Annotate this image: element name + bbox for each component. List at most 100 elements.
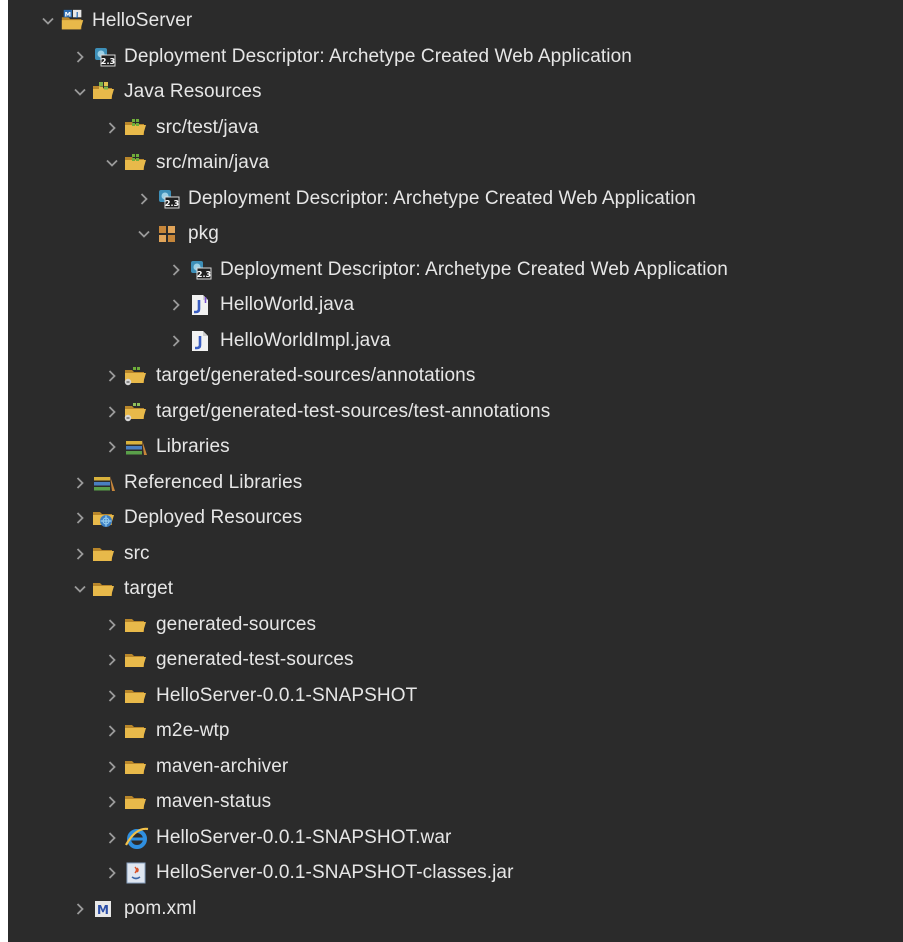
tree-row-gen-test-sources[interactable]: target/generated-test-sources/test-annot… (100, 394, 550, 430)
tree-item-label: Libraries (156, 436, 230, 457)
source-folder-icon (124, 145, 150, 181)
tree-row-pkg[interactable]: pkg (132, 216, 219, 252)
chevron-right-icon[interactable] (100, 394, 124, 430)
chevron-right-icon[interactable] (100, 429, 124, 465)
tree-row-referenced-libraries[interactable]: Referenced Libraries (68, 465, 302, 501)
tree-row-maven-archiver[interactable]: maven-archiver (100, 749, 288, 785)
tree-row-m2e-wtp[interactable]: m2e-wtp (100, 713, 230, 749)
tree-row-target[interactable]: target (68, 571, 173, 607)
chevron-right-icon[interactable] (100, 607, 124, 643)
tree-row-libraries[interactable]: Libraries (100, 429, 230, 465)
chevron-down-icon[interactable] (132, 216, 156, 252)
tree-row-src-test-java[interactable]: src/test/java (100, 110, 259, 146)
folder-icon (124, 713, 150, 749)
svg-text:J: J (75, 10, 78, 18)
tree-row-gen-sources-annotations[interactable]: target/generated-sources/annotations (100, 358, 475, 394)
deployment-descriptor-icon: 2.3 (92, 39, 118, 75)
tree-item-label: generated-sources (156, 613, 317, 635)
tree-row-dd-main[interactable]: 2.3 Deployment Descriptor: Archetype Crea… (132, 181, 696, 217)
chevron-right-icon[interactable] (68, 536, 92, 572)
tree-item-label: maven-status (156, 791, 272, 812)
tree-row-helloserver[interactable]: M J HelloServer (36, 3, 192, 39)
chevron-right-icon[interactable] (100, 110, 124, 146)
chevron-right-icon[interactable] (164, 323, 188, 359)
java-resources-icon (92, 74, 118, 110)
tree-item-label: src/test/java (156, 116, 259, 138)
tree-item-label: HelloServer-0.0.1-SNAPSHOT.war (156, 826, 452, 848)
jar-file-icon (124, 855, 150, 891)
chevron-right-icon[interactable] (100, 678, 124, 714)
chevron-right-icon[interactable] (100, 358, 124, 394)
project-tree[interactable]: M J HelloServer 2.3 Deployment Descriptor:… (8, 0, 903, 942)
tree-row-generated-sources[interactable]: generated-sources (100, 607, 316, 643)
svg-text:2.3: 2.3 (165, 199, 179, 208)
deployment-descriptor-icon: 2.3 (188, 252, 214, 288)
folder-icon (124, 678, 150, 714)
chevron-right-icon[interactable] (68, 891, 92, 927)
package-icon (156, 216, 182, 252)
generated-test-source-folder-icon (124, 394, 150, 430)
tree-item-label: m2e-wtp (156, 720, 230, 741)
chevron-right-icon[interactable] (100, 642, 124, 678)
tree-row-maven-status[interactable]: maven-status (100, 784, 271, 820)
generated-source-folder-icon (124, 358, 150, 394)
chevron-right-icon[interactable] (68, 39, 92, 75)
chevron-down-icon[interactable] (100, 145, 124, 181)
tree-row-helloworld-java[interactable]: I HelloWorld.java (164, 287, 354, 323)
tree-row-helloworldimpl-java[interactable]: HelloWorldImpl.java (164, 323, 391, 359)
tree-row-src[interactable]: src (68, 536, 150, 572)
libraries-icon (124, 429, 150, 465)
chevron-down-icon[interactable] (36, 3, 60, 39)
tree-row-generated-test-sources[interactable]: generated-test-sources (100, 642, 354, 678)
folder-icon (92, 536, 118, 572)
tree-row-classes-jar[interactable]: HelloServer-0.0.1-SNAPSHOT-classes.jar (100, 855, 514, 891)
chevron-right-icon[interactable] (100, 784, 124, 820)
tree-row-src-main-java[interactable]: src/main/java (100, 145, 269, 181)
tree-row-java-resources[interactable]: Java Resources (68, 74, 262, 110)
deployment-descriptor-icon: 2.3 (156, 181, 182, 217)
tree-item-label: src (124, 542, 150, 564)
tree-row-dd-pkg[interactable]: 2.3 Deployment Descriptor: Archetype Crea… (164, 252, 728, 288)
chevron-right-icon[interactable] (68, 465, 92, 501)
chevron-right-icon[interactable] (100, 749, 124, 785)
chevron-right-icon[interactable] (100, 855, 124, 891)
folder-icon (124, 784, 150, 820)
chevron-right-icon[interactable] (132, 181, 156, 217)
war-file-icon (124, 820, 150, 856)
chevron-right-icon[interactable] (164, 287, 188, 323)
source-folder-icon (124, 110, 150, 146)
tree-item-label: target/generated-sources/annotations (156, 365, 476, 386)
svg-text:2.3: 2.3 (197, 270, 211, 279)
tree-row-pom-xml[interactable]: Mpom.xml (68, 891, 197, 927)
chevron-right-icon[interactable] (164, 252, 188, 288)
tree-item-label: Deployment Descriptor: Archetype Created… (220, 258, 728, 280)
chevron-right-icon[interactable] (100, 820, 124, 856)
chevron-right-icon[interactable] (100, 713, 124, 749)
project-explorer: M J HelloServer 2.3 Deployment Descriptor:… (0, 0, 903, 942)
tree-item-label: HelloWorldImpl.java (220, 329, 391, 351)
tree-item-label: HelloServer (92, 10, 193, 31)
tree-item-label: Deployment Descriptor: Archetype Created… (124, 45, 632, 67)
tree-item-label: HelloWorld.java (220, 294, 355, 315)
java-interface-file-icon: I (188, 287, 214, 323)
tree-item-label: target (124, 578, 174, 599)
svg-text:2.3: 2.3 (101, 57, 115, 66)
tree-item-label: pkg (188, 223, 219, 244)
tree-row-war-file[interactable]: HelloServer-0.0.1-SNAPSHOT.war (100, 820, 451, 856)
tree-item-label: generated-test-sources (156, 649, 354, 670)
libraries-icon (92, 465, 118, 501)
deployed-resources-icon (92, 500, 118, 536)
folder-icon (124, 607, 150, 643)
chevron-right-icon[interactable] (68, 500, 92, 536)
chevron-down-icon[interactable] (68, 571, 92, 607)
tree-row-deployed-resources[interactable]: Deployed Resources (68, 500, 302, 536)
tree-row-dd-root[interactable]: 2.3 Deployment Descriptor: Archetype Crea… (68, 39, 632, 75)
tree-item-label: src/main/java (156, 152, 270, 173)
folder-icon (92, 571, 118, 607)
tree-item-label: pom.xml (124, 897, 197, 919)
tree-item-label: Deployed Resources (124, 507, 303, 528)
chevron-down-icon[interactable] (68, 74, 92, 110)
folder-icon (124, 749, 150, 785)
tree-row-helloserver-snapshot[interactable]: HelloServer-0.0.1-SNAPSHOT (100, 678, 417, 714)
maven-web-project-icon: M J (60, 3, 86, 39)
